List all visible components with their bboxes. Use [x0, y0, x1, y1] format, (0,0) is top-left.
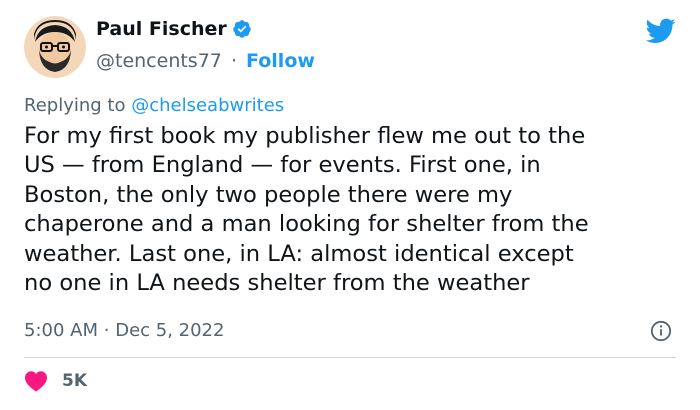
- replying-prefix: Replying to: [24, 95, 126, 116]
- separator-dot: ·: [230, 50, 237, 72]
- tweet-time[interactable]: 5:00 AM: [24, 320, 98, 341]
- reply-mention-link[interactable]: @chelseabwrites: [131, 95, 284, 116]
- twitter-bird-icon[interactable]: [645, 18, 676, 44]
- timestamp-separator: ·: [103, 320, 110, 341]
- heart-icon[interactable]: [24, 370, 48, 392]
- like-count: 5K: [62, 371, 88, 391]
- info-icon[interactable]: [650, 320, 672, 342]
- follow-button[interactable]: Follow: [246, 50, 315, 72]
- divider: [24, 357, 676, 358]
- verified-badge-icon: [232, 19, 252, 39]
- tweet-card: Paul Fischer @tencents77 · Follow Replyi…: [0, 0, 700, 410]
- tweet-timestamp[interactable]: 5:00 AM · Dec 5, 2022: [24, 320, 224, 341]
- avatar[interactable]: [24, 16, 86, 78]
- handle-row: @tencents77 · Follow: [96, 50, 315, 72]
- author-handle[interactable]: @tencents77: [96, 50, 222, 72]
- author-name[interactable]: Paul Fischer: [96, 18, 227, 40]
- like-action[interactable]: 5K: [24, 370, 87, 392]
- author-name-row[interactable]: Paul Fischer: [96, 18, 252, 40]
- replying-to: Replying to @chelseabwrites: [24, 95, 284, 116]
- tweet-text: For my first book my publisher flew me o…: [24, 123, 589, 297]
- tweet-date[interactable]: Dec 5, 2022: [115, 320, 224, 341]
